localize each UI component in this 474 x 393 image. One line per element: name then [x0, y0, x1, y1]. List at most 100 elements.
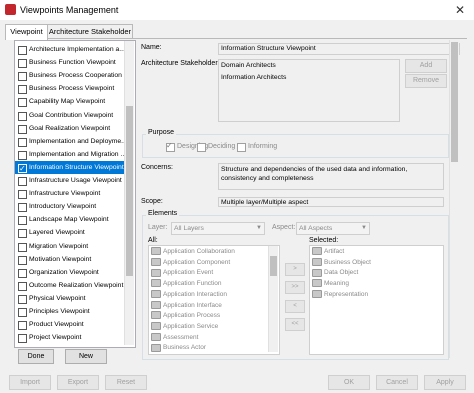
- viewpoint-list-item[interactable]: Goal Contribution Viewpoint: [15, 109, 125, 122]
- viewpoint-list-item[interactable]: Landscape Map Viewpoint: [15, 213, 125, 226]
- viewpoint-list-item[interactable]: Implementation and Deployme...: [15, 135, 125, 148]
- remove-stakeholder-button[interactable]: Remove: [405, 74, 447, 88]
- viewpoint-list-item[interactable]: ✓ Information Structure Viewpoint: [15, 160, 125, 174]
- element-list-item[interactable]: Application Event: [151, 268, 213, 278]
- form-scrollbar[interactable]: [449, 40, 459, 358]
- viewpoint-list-item[interactable]: Infrastructure Viewpoint: [15, 187, 125, 200]
- name-field[interactable]: Information Structure Viewpoint: [218, 43, 460, 55]
- deciding-checkbox[interactable]: [197, 143, 206, 152]
- remove-selected-button[interactable]: <: [285, 300, 305, 313]
- viewpoint-checkbox[interactable]: [18, 59, 27, 69]
- viewpoint-list-item[interactable]: Motivation Viewpoint: [15, 253, 125, 266]
- viewpoint-list-item[interactable]: Business Function Viewpoint: [15, 56, 125, 69]
- viewpoint-list-item[interactable]: Migration Viewpoint: [15, 240, 125, 253]
- layer-select[interactable]: All Layers ▼: [171, 222, 265, 235]
- element-list-item[interactable]: Artifact: [312, 247, 344, 257]
- viewpoint-list-item[interactable]: Business Process Cooperation ...: [15, 69, 125, 82]
- viewpoint-list-item[interactable]: Business Process Viewpoint: [15, 82, 125, 95]
- viewpoint-checkbox[interactable]: [18, 124, 27, 134]
- done-button[interactable]: Done: [18, 349, 54, 364]
- viewpoint-list-item[interactable]: Outcome Realization Viewpoint: [15, 279, 125, 292]
- viewpoint-checkbox[interactable]: [18, 85, 27, 95]
- viewpoint-checkbox[interactable]: [18, 203, 27, 213]
- viewpoint-checkbox[interactable]: [18, 177, 27, 186]
- new-button[interactable]: New: [65, 349, 107, 364]
- viewpoint-list-scrollbar[interactable]: [124, 41, 134, 345]
- element-list-item[interactable]: Data Object: [312, 268, 358, 278]
- viewpoint-checkbox[interactable]: [18, 72, 27, 82]
- element-list-item[interactable]: Application Process: [151, 311, 220, 321]
- viewpoint-checkbox[interactable]: [18, 190, 27, 200]
- tab-viewpoint[interactable]: Viewpoint: [5, 24, 48, 40]
- element-list-item[interactable]: Application Service: [151, 322, 218, 332]
- aspect-select[interactable]: All Aspects ▼: [296, 222, 370, 235]
- close-icon[interactable]: ✕: [455, 3, 465, 17]
- export-button[interactable]: Export: [57, 375, 99, 390]
- viewpoint-list[interactable]: Architecture Implementation a... Business…: [14, 40, 136, 348]
- element-list-item[interactable]: Assessment: [151, 332, 198, 343]
- stakeholder-item[interactable]: Domain Architects: [221, 62, 276, 69]
- scope-field[interactable]: Multiple layer/Multiple aspect: [218, 197, 444, 207]
- add-selected-button[interactable]: >: [285, 263, 305, 276]
- viewpoint-list-item[interactable]: Introductory Viewpoint: [15, 200, 125, 213]
- viewpoint-checkbox[interactable]: [18, 268, 27, 278]
- element-list-item[interactable]: Application Interaction: [151, 290, 227, 300]
- element-label: Representation: [324, 290, 369, 298]
- viewpoint-list-item[interactable]: Goal Realization Viewpoint: [15, 122, 125, 135]
- viewpoint-checkbox[interactable]: ✓: [18, 163, 27, 173]
- viewpoint-checkbox[interactable]: [18, 255, 27, 265]
- viewpoint-checkbox[interactable]: [18, 321, 27, 331]
- viewpoint-list-item[interactable]: Physical Viewpoint: [15, 292, 125, 305]
- remove-all-button[interactable]: <<: [285, 318, 305, 331]
- viewpoint-list-item[interactable]: Layered Viewpoint: [15, 226, 125, 239]
- viewpoint-checkbox[interactable]: [18, 46, 27, 55]
- informing-checkbox[interactable]: [237, 143, 246, 152]
- viewpoint-checkbox[interactable]: [18, 294, 27, 304]
- viewpoint-list-item[interactable]: Principles Viewpoint: [15, 305, 125, 318]
- import-button[interactable]: Import: [9, 375, 51, 390]
- element-list-item[interactable]: Business Object: [312, 257, 371, 268]
- element-list-item[interactable]: Meaning: [312, 279, 349, 289]
- viewpoint-checkbox[interactable]: [18, 216, 27, 226]
- viewpoint-checkbox[interactable]: [18, 98, 27, 108]
- viewpoint-list-item[interactable]: Product Viewpoint: [15, 318, 125, 331]
- element-list-item[interactable]: Application Collaboration: [151, 247, 235, 257]
- concerns-field[interactable]: Structure and dependencies of the used d…: [218, 163, 444, 190]
- add-stakeholder-button[interactable]: Add: [405, 59, 447, 73]
- form-scrollbar-thumb[interactable]: [451, 42, 458, 162]
- all-elements-list[interactable]: Application Collaboration Application Com…: [148, 245, 280, 355]
- apply-button[interactable]: Apply: [424, 375, 466, 390]
- viewpoint-checkbox[interactable]: [18, 229, 27, 239]
- viewpoint-checkbox[interactable]: [18, 281, 27, 291]
- element-list-item[interactable]: Application Function: [151, 279, 222, 289]
- viewpoint-checkbox[interactable]: [18, 111, 27, 121]
- viewpoint-checkbox[interactable]: [18, 334, 27, 344]
- add-all-button[interactable]: >>: [285, 281, 305, 294]
- element-list-item[interactable]: Application Interface: [151, 300, 222, 311]
- viewpoint-list-item[interactable]: Capability Map Viewpoint: [15, 95, 125, 108]
- viewpoint-checkbox[interactable]: [18, 308, 27, 317]
- viewpoint-checkbox[interactable]: [18, 150, 27, 160]
- viewpoint-list-item[interactable]: Infrastructure Usage Viewpoint: [15, 174, 125, 187]
- scope-label: Scope:: [141, 198, 163, 205]
- viewpoint-list-item[interactable]: Project Viewpoint: [15, 331, 125, 344]
- element-list-item[interactable]: Application Component: [151, 257, 230, 268]
- scrollbar-thumb[interactable]: [126, 106, 133, 276]
- cancel-button[interactable]: Cancel: [376, 375, 418, 390]
- selected-elements-list[interactable]: Artifact Business Object Data Object Meanin…: [309, 245, 444, 355]
- element-label: Business Actor: [163, 344, 206, 352]
- element-list-item[interactable]: Representation: [312, 290, 368, 300]
- viewpoint-list-item[interactable]: Architecture Implementation a...: [15, 43, 125, 56]
- all-elements-scrollbar[interactable]: [268, 246, 278, 352]
- stakeholder-item[interactable]: Information Architects: [221, 74, 286, 81]
- reset-button[interactable]: Reset: [105, 375, 147, 390]
- stakeholders-list[interactable]: Domain Architects Information Architects: [218, 59, 400, 122]
- viewpoint-list-item[interactable]: Implementation and Migration ...: [15, 148, 125, 161]
- element-list-item[interactable]: Business Actor: [151, 343, 206, 353]
- tab-architecture-stakeholder[interactable]: Architecture Stakeholder: [47, 24, 133, 39]
- all-elements-scrollbar-thumb[interactable]: [270, 256, 277, 276]
- viewpoint-list-item[interactable]: Organization Viewpoint: [15, 266, 125, 279]
- viewpoint-checkbox[interactable]: [18, 242, 27, 252]
- ok-button[interactable]: OK: [328, 375, 370, 390]
- viewpoint-checkbox[interactable]: [18, 137, 27, 147]
